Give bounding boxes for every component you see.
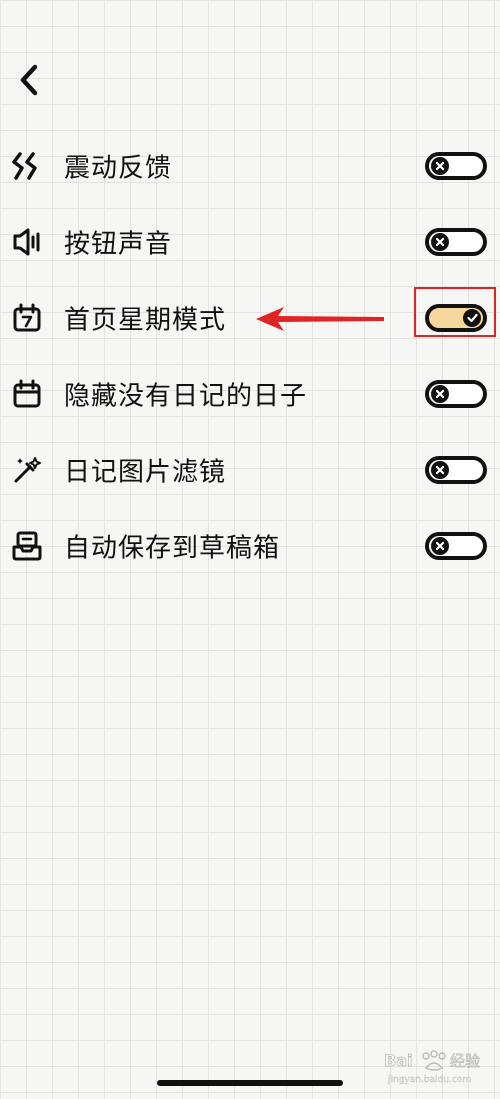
speaker-icon bbox=[11, 226, 43, 258]
setting-label: 隐藏没有日记的日子 bbox=[64, 381, 308, 412]
baidu-jingyan-watermark: Bai 经验 jingyan.baidu.com bbox=[384, 1050, 480, 1085]
close-icon bbox=[431, 157, 449, 175]
svg-text:Bai: Bai bbox=[384, 1051, 412, 1070]
hide-empty-days-toggle[interactable] bbox=[425, 380, 487, 408]
setting-label: 震动反馈 bbox=[64, 153, 173, 184]
annotation-arrow bbox=[256, 307, 384, 331]
svg-text:jingyan.baidu.com: jingyan.baidu.com bbox=[387, 1075, 471, 1085]
calendar-week-icon bbox=[11, 302, 43, 334]
chevron-left-icon bbox=[20, 64, 38, 96]
svg-text:经验: 经验 bbox=[450, 1052, 480, 1070]
drafts-tray-icon bbox=[11, 530, 43, 562]
close-icon bbox=[431, 537, 449, 555]
setting-label: 首页星期模式 bbox=[64, 305, 227, 336]
setting-row-button-sound: 按钮声音 bbox=[0, 204, 500, 280]
calendar-icon bbox=[11, 378, 43, 410]
setting-row-image-filter: 日记图片滤镜 bbox=[0, 432, 500, 508]
setting-row-auto-save-drafts: 自动保存到草稿箱 bbox=[0, 508, 500, 584]
image-filter-toggle[interactable] bbox=[425, 456, 487, 484]
magic-wand-icon bbox=[11, 454, 43, 486]
setting-label: 日记图片滤镜 bbox=[64, 457, 227, 488]
close-icon bbox=[431, 461, 449, 479]
close-icon bbox=[431, 385, 449, 403]
back-button[interactable] bbox=[12, 60, 46, 100]
button-sound-toggle[interactable] bbox=[425, 228, 487, 256]
settings-list: 震动反馈 按钮声音 首页星期模式 隐藏没有日记的日子 日记图片滤镜 自动保存到草… bbox=[0, 128, 500, 584]
auto-save-drafts-toggle[interactable] bbox=[425, 532, 487, 560]
setting-row-vibration: 震动反馈 bbox=[0, 128, 500, 204]
setting-label: 自动保存到草稿箱 bbox=[64, 533, 281, 564]
setting-row-hide-empty-days: 隐藏没有日记的日子 bbox=[0, 356, 500, 432]
vibration-toggle[interactable] bbox=[425, 152, 487, 180]
home-indicator[interactable] bbox=[157, 1080, 343, 1086]
close-icon bbox=[431, 233, 449, 251]
annotation-highlight-box bbox=[414, 287, 496, 337]
vibration-icon bbox=[11, 150, 43, 182]
setting-label: 按钮声音 bbox=[64, 229, 173, 260]
